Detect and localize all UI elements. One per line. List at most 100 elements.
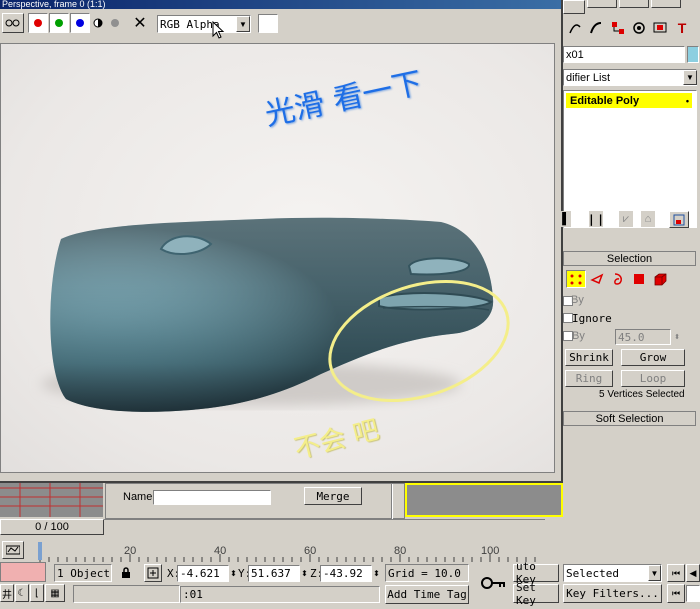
frame-counter: 0 / 100 [35,521,69,533]
merge-button[interactable]: Merge [304,487,362,505]
render-window-title: Perspective, frame 0 (1:1) [0,0,561,9]
create-tab-icon[interactable] [563,0,585,14]
selection-count: 1 Object [54,564,112,582]
utilities-icon[interactable] [651,19,669,37]
y-coordinate-field[interactable]: 51.637 [248,565,300,582]
remove-modifier-icon[interactable]: ⌂ [641,211,655,227]
x-coordinate-field[interactable]: -4.621 [177,565,229,582]
motion-tab-icon[interactable] [651,0,681,8]
shrink-button[interactable]: Shrink [565,349,613,366]
key-mode-value: Selected [566,566,619,580]
z-coordinate-field[interactable]: -43.92 [320,565,372,582]
render-frame-window: Perspective, frame 0 (1:1) ✕ RGB Alpha ▼ [0,0,563,483]
chevron-down-icon[interactable]: ▼ [236,16,250,32]
loop-button[interactable]: Loop [621,370,685,387]
soft-selection-rollout-title: Soft Selection [595,412,664,425]
show-end-result-icon[interactable]: ❘❘ [587,211,605,227]
mouse-cursor-icon [212,21,225,39]
angle-spinner-value: 45.0 [618,330,645,344]
timeline-ruler[interactable]: 20 40 60 80 100 [0,540,545,562]
chevron-down-icon[interactable]: ▼ [648,565,661,581]
by-vertex-label: By [571,294,584,306]
merge-divider [391,484,393,520]
time-readout-text: :01 [183,588,203,601]
y-coordinate-value: 51.637 [251,567,291,580]
status-bar: 井 ☾ ⌊ ▦ 1 Object X: -4.621 ⬍ Y: 51.637 ⬍… [0,560,700,609]
vertex-mode-icon[interactable] [566,270,586,288]
absolute-mode-icon[interactable] [144,564,162,582]
modifier-list-label: difier List [566,71,611,84]
go-to-start-icon[interactable]: ⏮ [667,564,685,582]
set-key-button[interactable]: Set Key [513,581,559,607]
ring-button[interactable]: Ring [565,370,613,387]
angle-spinner-field[interactable]: 45.0 [615,329,671,345]
grow-button[interactable]: Grow [621,349,685,366]
maxscript-listener[interactable] [0,562,46,582]
current-frame-field[interactable] [686,585,700,602]
tick-label-100: 100 [481,545,500,557]
auto-key-button[interactable]: uto Key [513,560,559,586]
grid-snap-icon[interactable]: 井 [0,584,14,602]
chevron-down-icon[interactable]: ▼ [683,70,697,85]
stack-item-editable-poly[interactable]: Editable Poly • [566,93,692,108]
soft-selection-rollout-header[interactable]: Soft Selection [563,411,696,426]
tick-label-20: 20 [124,545,137,557]
motion-icon[interactable] [566,19,584,37]
keyboard-icon[interactable]: ▦ [45,584,65,602]
display-icon[interactable] [630,19,648,37]
tick-label-60: 60 [304,545,317,557]
angle-spinner-arrows-icon[interactable]: ⬍ [672,329,682,345]
monochrome-icon[interactable] [91,13,105,33]
polygon-mode-icon[interactable] [630,270,648,288]
render-toolbar: ✕ RGB Alpha ▼ [0,9,561,39]
object-name-value: x01 [566,48,584,61]
edge-mode-icon[interactable] [588,270,606,288]
object-name-field[interactable]: x01 [563,46,685,63]
x-coordinate-value: -4.621 [180,567,220,580]
clone-frame-icon[interactable] [2,13,24,33]
time-slider-thumb[interactable]: 0 / 100 [0,519,104,535]
tick-label-40: 40 [214,545,227,557]
lock-icon[interactable] [117,564,135,582]
object-color-swatch[interactable] [687,46,699,63]
time-slider[interactable]: 0 / 100 [0,519,104,535]
stack-item-label: Editable Poly [570,94,640,107]
pin-stack-icon[interactable]: ▌ [561,211,571,227]
blue-channel-toggle[interactable] [70,13,90,33]
alpha-channel-icon[interactable] [108,13,122,33]
ignore-backfacing-label: Ignore [572,312,612,325]
selection-rollout-header[interactable]: Selection [563,251,696,266]
add-time-tag-button[interactable]: Add Time Tag [385,585,469,604]
hierarchy-tab-icon[interactable] [619,0,649,8]
stack-toolbar: ▌ ❘❘ ⩗ ⌂ [561,208,697,230]
green-channel-toggle[interactable] [49,13,69,33]
key-mode-toggle-icon[interactable]: ⏮ [667,584,685,603]
previous-frame-icon[interactable]: ◀ [686,564,700,582]
time-slider-track[interactable] [104,519,545,535]
make-unique-icon[interactable]: ⩗ [619,211,633,227]
element-mode-icon[interactable] [651,270,669,288]
x-spinner-icon[interactable]: ⬍ [229,565,238,582]
border-mode-icon[interactable] [609,270,627,288]
tick-label-80: 80 [394,545,407,557]
key-filters-button[interactable]: Key Filters... [563,584,662,603]
command-panel-filler [563,430,700,545]
moon-icon[interactable]: ☾ [15,584,29,602]
bracket-icon[interactable]: ⌊ [30,584,44,602]
hammer-icon[interactable]: T [673,19,691,37]
merge-dialog: Name: Merge [105,483,405,520]
curve-editor-icon[interactable] [2,541,24,559]
modify-tab-icon[interactable] [587,0,617,8]
modifier-list-dropdown[interactable]: difier List [563,69,697,86]
key-icon[interactable] [478,568,510,598]
stack-item-marker-icon: • [685,95,689,106]
color-swatch[interactable] [258,14,278,33]
red-channel-toggle[interactable] [28,13,48,33]
clear-icon[interactable]: ✕ [130,13,150,33]
z-spinner-icon[interactable]: ⬍ [372,565,381,582]
merge-name-field[interactable] [153,490,271,505]
hierarchy-icon[interactable] [609,19,627,37]
curve-icon[interactable] [587,19,605,37]
y-spinner-icon[interactable]: ⬍ [300,565,309,582]
configure-modifier-sets-icon[interactable] [669,211,689,228]
